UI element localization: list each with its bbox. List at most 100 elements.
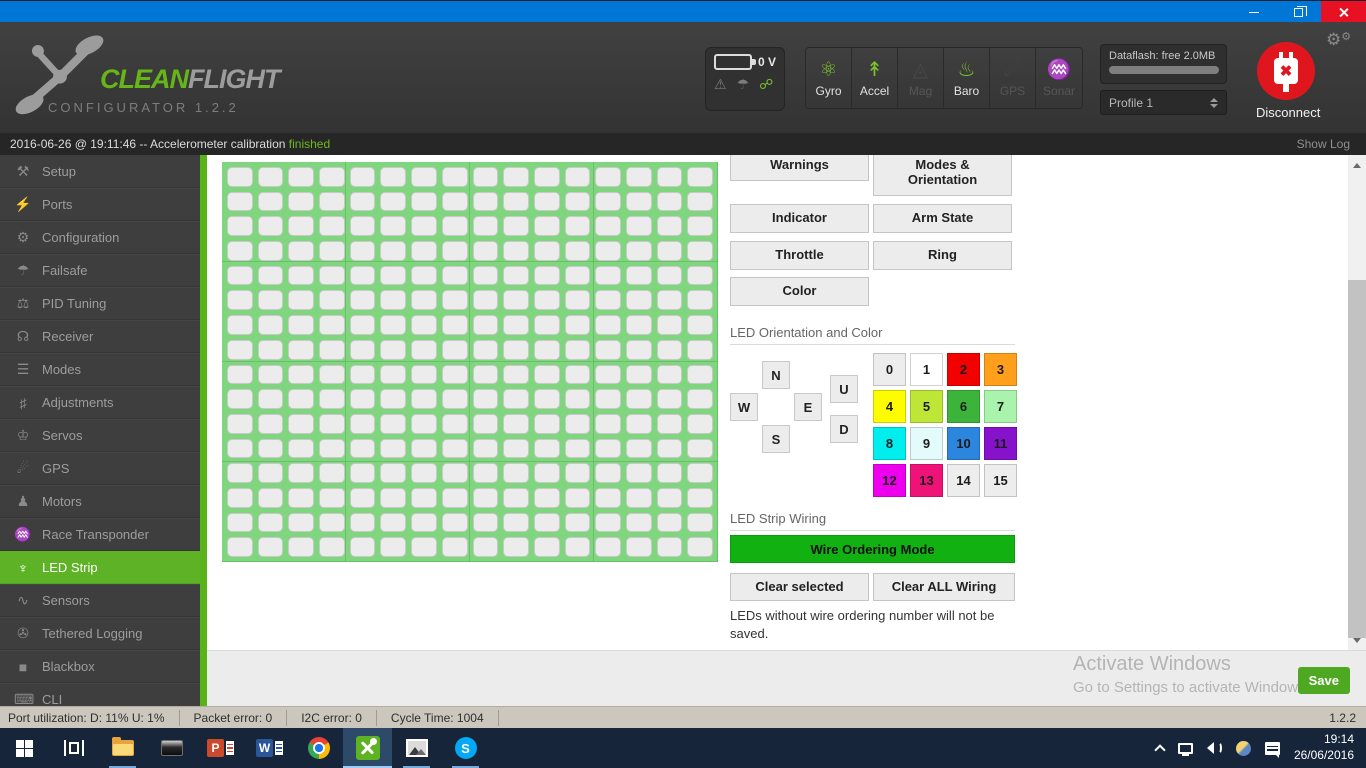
led-cell[interactable] bbox=[564, 413, 591, 434]
led-cell[interactable] bbox=[288, 265, 315, 286]
led-cell[interactable] bbox=[503, 290, 529, 311]
color-swatch-9[interactable]: 9 bbox=[910, 427, 943, 460]
led-cell[interactable] bbox=[441, 191, 468, 212]
led-cell[interactable] bbox=[533, 413, 560, 434]
led-cell[interactable] bbox=[625, 315, 652, 335]
led-cell[interactable] bbox=[656, 438, 683, 459]
led-cell[interactable] bbox=[441, 339, 468, 360]
led-cell[interactable] bbox=[349, 537, 376, 557]
sidebar-item-servos[interactable]: ♔ Servos bbox=[0, 419, 200, 452]
led-cell[interactable] bbox=[319, 290, 345, 311]
sidebar-item-motors[interactable]: ♟ Motors bbox=[0, 485, 200, 518]
led-cell[interactable] bbox=[687, 389, 713, 409]
scroll-down-icon[interactable] bbox=[1348, 632, 1366, 648]
led-cell[interactable] bbox=[441, 487, 468, 508]
led-cell[interactable] bbox=[349, 315, 376, 335]
led-cell[interactable] bbox=[533, 241, 560, 261]
led-cell[interactable] bbox=[656, 413, 683, 434]
led-cell[interactable] bbox=[687, 216, 713, 237]
minimize-button[interactable] bbox=[1231, 1, 1276, 23]
led-cell[interactable] bbox=[349, 191, 376, 212]
led-cell[interactable] bbox=[441, 216, 468, 237]
led-cell[interactable] bbox=[227, 364, 253, 385]
led-cell[interactable] bbox=[411, 487, 437, 508]
led-cell[interactable] bbox=[227, 241, 253, 261]
led-cell[interactable] bbox=[441, 167, 468, 187]
led-cell[interactable] bbox=[349, 241, 376, 261]
onedrive-ball-icon[interactable] bbox=[1235, 740, 1251, 756]
led-cell[interactable] bbox=[625, 339, 652, 360]
led-cell[interactable] bbox=[257, 487, 284, 508]
led-cell[interactable] bbox=[503, 265, 529, 286]
led-cell[interactable] bbox=[595, 290, 621, 311]
color-swatch-6[interactable]: 6 bbox=[947, 390, 980, 423]
led-cell[interactable] bbox=[288, 167, 315, 187]
sidebar-item-pid-tuning[interactable]: ⚖ PID Tuning bbox=[0, 287, 200, 320]
led-cell[interactable] bbox=[411, 216, 437, 237]
sidebar-item-modes[interactable]: ☰ Modes bbox=[0, 353, 200, 386]
led-cell[interactable] bbox=[349, 290, 376, 311]
led-cell[interactable] bbox=[349, 512, 376, 533]
file-explorer-button[interactable] bbox=[98, 728, 147, 768]
led-cell[interactable] bbox=[411, 290, 437, 311]
led-cell[interactable] bbox=[411, 339, 437, 360]
led-cell[interactable] bbox=[441, 512, 468, 533]
led-cell[interactable] bbox=[687, 290, 713, 311]
led-cell[interactable] bbox=[227, 339, 253, 360]
led-cell[interactable] bbox=[625, 463, 652, 483]
led-cell[interactable] bbox=[595, 413, 621, 434]
led-cell[interactable] bbox=[411, 512, 437, 533]
led-cell[interactable] bbox=[257, 413, 284, 434]
led-cell[interactable] bbox=[564, 315, 591, 335]
led-cell[interactable] bbox=[441, 413, 468, 434]
led-cell[interactable] bbox=[687, 438, 713, 459]
led-cell[interactable] bbox=[687, 339, 713, 360]
led-cell[interactable] bbox=[227, 413, 253, 434]
chrome-button[interactable] bbox=[294, 728, 343, 768]
led-cell[interactable] bbox=[472, 364, 499, 385]
led-cell[interactable] bbox=[625, 537, 652, 557]
indicator-button[interactable]: Indicator bbox=[730, 204, 869, 233]
led-cell[interactable] bbox=[288, 487, 315, 508]
wire-ordering-mode-button[interactable]: Wire Ordering Mode bbox=[730, 535, 1015, 563]
color-swatch-0[interactable]: 0 bbox=[873, 353, 906, 386]
led-cell[interactable] bbox=[503, 167, 529, 187]
led-cell[interactable] bbox=[503, 364, 529, 385]
task-view-button[interactable] bbox=[49, 728, 98, 768]
sidebar-item-gps[interactable]: ☄ GPS bbox=[0, 452, 200, 485]
led-cell[interactable] bbox=[656, 241, 683, 261]
led-cell[interactable] bbox=[441, 463, 468, 483]
led-cell[interactable] bbox=[472, 191, 499, 212]
led-cell[interactable] bbox=[533, 339, 560, 360]
network-icon[interactable] bbox=[1177, 742, 1193, 756]
led-cell[interactable] bbox=[656, 487, 683, 508]
led-cell[interactable] bbox=[349, 413, 376, 434]
led-cell[interactable] bbox=[472, 339, 499, 360]
led-cell[interactable] bbox=[380, 487, 407, 508]
disconnect-button[interactable]: ✖ Disconnect bbox=[1256, 42, 1320, 120]
led-cell[interactable] bbox=[441, 315, 468, 335]
led-cell[interactable] bbox=[349, 216, 376, 237]
led-cell[interactable] bbox=[227, 216, 253, 237]
led-cell[interactable] bbox=[288, 537, 315, 557]
led-cell[interactable] bbox=[503, 216, 529, 237]
led-cell[interactable] bbox=[564, 265, 591, 286]
led-cell[interactable] bbox=[349, 339, 376, 360]
led-cell[interactable] bbox=[441, 364, 468, 385]
led-cell[interactable] bbox=[564, 339, 591, 360]
led-cell[interactable] bbox=[349, 167, 376, 187]
scrollbar-thumb[interactable] bbox=[1348, 280, 1366, 638]
led-cell[interactable] bbox=[472, 167, 499, 187]
led-cell[interactable] bbox=[472, 438, 499, 459]
led-cell[interactable] bbox=[595, 216, 621, 237]
led-cell[interactable] bbox=[564, 241, 591, 261]
led-cell[interactable] bbox=[687, 413, 713, 434]
led-cell[interactable] bbox=[288, 315, 315, 335]
show-log-button[interactable]: Show Log bbox=[1297, 137, 1350, 151]
color-button[interactable]: Color bbox=[730, 277, 869, 306]
word-button[interactable]: W bbox=[245, 728, 294, 768]
led-cell[interactable] bbox=[533, 512, 560, 533]
led-cell[interactable] bbox=[625, 265, 652, 286]
color-swatch-5[interactable]: 5 bbox=[910, 390, 943, 423]
led-cell[interactable] bbox=[564, 438, 591, 459]
